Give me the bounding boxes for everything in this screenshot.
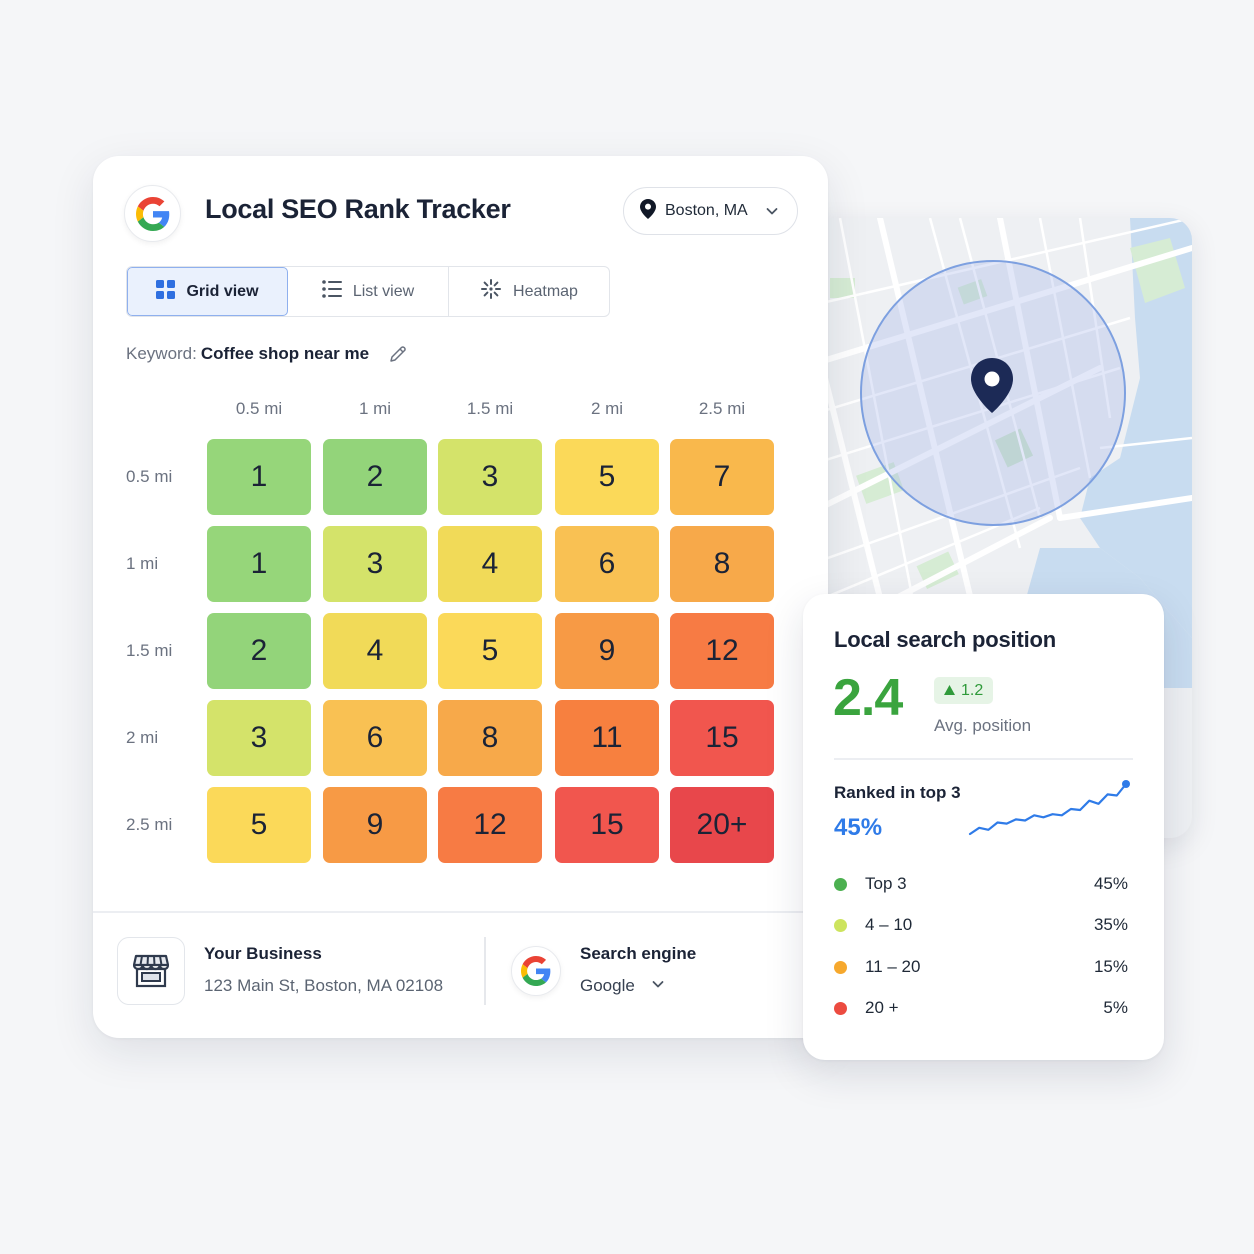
rank-cell[interactable]: 4 <box>323 613 427 689</box>
map-pin-icon <box>640 198 656 224</box>
rank-cell[interactable]: 2 <box>207 613 311 689</box>
storefront-icon <box>117 937 185 1005</box>
tab-grid-view[interactable]: Grid view <box>127 267 288 316</box>
rank-cell[interactable]: 1 <box>207 526 311 602</box>
rank-cell[interactable]: 3 <box>323 526 427 602</box>
tab-heatmap[interactable]: Heatmap <box>449 267 609 316</box>
business-address: 123 Main St, Boston, MA 02108 <box>204 976 444 995</box>
top3-value: 45% <box>834 814 883 841</box>
distribution-label: 20 + <box>865 998 899 1017</box>
rank-cell[interactable]: 3 <box>438 439 542 515</box>
legend-dot <box>834 960 847 974</box>
triangle-up-icon <box>944 682 955 700</box>
search-engine-dropdown[interactable]: Google <box>580 976 665 996</box>
footer-divider <box>93 911 828 913</box>
location-value: Boston, MA <box>665 202 748 219</box>
keyword-value: Coffee shop near me <box>200 344 370 363</box>
rank-cell[interactable]: 5 <box>207 787 311 863</box>
view-tabs: Grid view List view Heatmap <box>126 266 610 317</box>
google-logo-icon <box>124 185 181 242</box>
chevron-down-icon <box>651 976 665 996</box>
grid-row-header: 2 mi <box>126 728 159 747</box>
rank-cell[interactable]: 1 <box>207 439 311 515</box>
rank-cell[interactable]: 8 <box>438 700 542 776</box>
grid-icon <box>156 279 176 304</box>
sparkle-icon <box>480 278 502 305</box>
stats-title: Local search position <box>834 627 1056 652</box>
distribution-row: 11 – 20 15% <box>834 956 1128 978</box>
search-engine-value: Google <box>580 976 635 995</box>
rank-cell[interactable]: 2 <box>323 439 427 515</box>
rank-cell[interactable]: 12 <box>670 613 774 689</box>
keyword-row: Keyword: Coffee shop near me <box>126 344 408 364</box>
grid-row-header: 0.5 mi <box>126 467 173 486</box>
delta-value: 1.2 <box>961 681 984 699</box>
rank-cell[interactable]: 15 <box>555 787 659 863</box>
location-dropdown[interactable]: Boston, MA <box>623 187 798 235</box>
distribution-row: Top 3 45% <box>834 873 1128 895</box>
rank-cell[interactable]: 15 <box>670 700 774 776</box>
rank-cell[interactable]: 6 <box>323 700 427 776</box>
legend-dot <box>834 877 847 891</box>
page-title: Local SEO Rank Tracker <box>205 194 511 224</box>
tab-list-view[interactable]: List view <box>288 267 449 316</box>
delta-badge: 1.2 <box>934 677 994 704</box>
grid-column-header: 0.5 mi <box>235 399 283 418</box>
chevron-down-icon <box>765 204 779 223</box>
grid-row-header: 1.5 mi <box>126 641 173 660</box>
keyword-label: Keyword: <box>126 344 197 363</box>
stats-divider <box>834 758 1133 760</box>
rank-cell[interactable]: 6 <box>555 526 659 602</box>
avg-position-label: Avg. position <box>934 716 1032 735</box>
distribution-label: Top 3 <box>865 874 907 893</box>
distribution-row: 4 – 10 35% <box>834 914 1128 936</box>
grid-column-header: 1 mi <box>358 399 392 418</box>
trend-sparkline <box>968 780 1130 836</box>
grid-row-header: 2.5 mi <box>126 815 173 834</box>
rank-cell[interactable]: 5 <box>555 439 659 515</box>
avg-position-value: 2.4 <box>833 669 903 727</box>
legend-dot <box>834 918 847 932</box>
business-title: Your Business <box>204 944 322 963</box>
list-icon <box>322 280 342 303</box>
distribution-pct: 45% <box>1093 874 1128 893</box>
rank-cell[interactable]: 4 <box>438 526 542 602</box>
rank-cell[interactable]: 3 <box>207 700 311 776</box>
grid-column-header: 2 mi <box>590 399 624 418</box>
grid-column-header: 2.5 mi <box>698 399 746 418</box>
tab-label: Heatmap <box>513 282 578 300</box>
distribution-pct: 5% <box>1103 998 1128 1017</box>
distribution-row: 20 + 5% <box>834 997 1128 1019</box>
tab-label: List view <box>352 282 415 300</box>
local-search-position-card: Local search position 2.4 1.2 Avg. posit… <box>803 594 1164 1060</box>
legend-dot <box>834 1001 847 1015</box>
distribution-label: 4 – 10 <box>865 915 913 934</box>
rank-cell[interactable]: 20+ <box>670 787 774 863</box>
rank-cell[interactable]: 7 <box>670 439 774 515</box>
pencil-icon[interactable] <box>388 344 408 364</box>
rank-cell[interactable]: 8 <box>670 526 774 602</box>
tab-label: Grid view <box>186 282 259 300</box>
search-engine-title: Search engine <box>580 944 697 963</box>
rank-cell[interactable]: 9 <box>555 613 659 689</box>
rank-tracker-panel: Local SEO Rank Tracker Boston, MA Grid v… <box>93 156 828 1038</box>
rank-cell[interactable]: 9 <box>323 787 427 863</box>
rank-cell[interactable]: 11 <box>555 700 659 776</box>
rank-cell[interactable]: 12 <box>438 787 542 863</box>
grid-column-header: 1.5 mi <box>466 399 514 418</box>
distribution-pct: 15% <box>1093 957 1128 976</box>
distribution-label: 11 – 20 <box>865 957 921 976</box>
top3-label: Ranked in top 3 <box>834 783 961 802</box>
rank-cell[interactable]: 5 <box>438 613 542 689</box>
vertical-divider <box>484 937 486 1005</box>
distribution-pct: 35% <box>1093 915 1128 934</box>
google-logo-icon <box>511 946 561 996</box>
grid-row-header: 1 mi <box>126 554 159 573</box>
